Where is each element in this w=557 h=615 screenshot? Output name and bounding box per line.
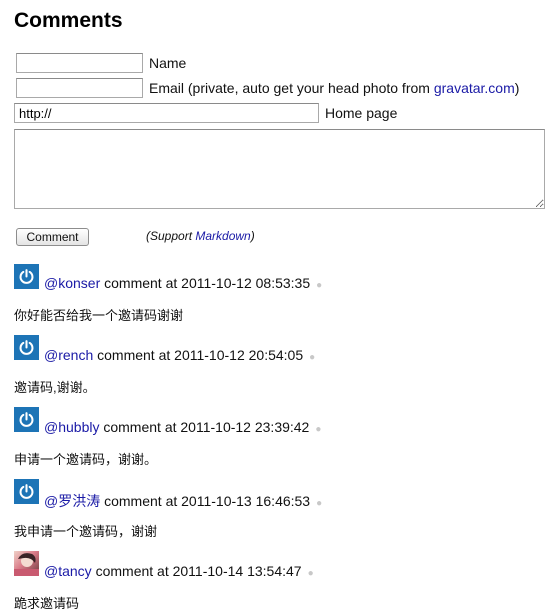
comment-author-link[interactable]: @hubbly [44, 419, 99, 435]
email-row: Email (private, auto get your head photo… [16, 78, 519, 98]
comment-meta: @tancy comment at 2011-10-14 13:54:47 ● [44, 563, 314, 579]
separator-dot: ● [316, 280, 323, 291]
comment-meta: @rench comment at 2011-10-12 20:54:05 ● [44, 347, 316, 363]
power-icon [14, 407, 39, 432]
power-icon [14, 264, 39, 289]
power-icon [14, 335, 39, 360]
comment-textarea[interactable] [14, 129, 545, 209]
comment-text: 我申请一个邀请码，谢谢 [14, 524, 158, 539]
name-label: Name [149, 55, 187, 71]
comment-text: 邀请码,谢谢。 [14, 380, 96, 395]
comment-meta: @konser comment at 2011-10-12 08:53:35 ● [44, 275, 323, 291]
comment-submit-button[interactable]: Comment [16, 228, 89, 246]
email-input[interactable] [16, 78, 143, 98]
homepage-input[interactable] [14, 103, 319, 123]
avatar-photo [14, 551, 39, 576]
gravatar-link[interactable]: gravatar.com [434, 80, 515, 96]
comment-author-link[interactable]: @rench [44, 347, 93, 363]
comment-author-link[interactable]: @罗洪涛 [44, 493, 100, 509]
comment-meta: @罗洪涛 comment at 2011-10-13 16:46:53 ● [44, 493, 323, 509]
comment-author-link[interactable]: @tancy [44, 563, 92, 579]
separator-dot: ● [309, 352, 316, 363]
email-label: Email (private, auto get your head photo… [149, 80, 520, 96]
homepage-row: Home page [14, 103, 397, 123]
homepage-label: Home page [325, 105, 398, 121]
comment-text: 申请一个邀请码，谢谢。 [14, 452, 158, 467]
separator-dot: ● [316, 498, 323, 509]
comment-author-link[interactable]: @konser [44, 275, 100, 291]
name-input[interactable] [16, 53, 143, 73]
markdown-support-note: (Support Markdown) [146, 229, 255, 243]
name-row: Name [16, 53, 186, 73]
comments-heading: Comments [14, 9, 123, 32]
separator-dot: ● [307, 568, 314, 579]
markdown-link[interactable]: Markdown [195, 229, 250, 243]
comment-meta: @hubbly comment at 2011-10-12 23:39:42 ● [44, 419, 322, 435]
separator-dot: ● [315, 424, 322, 435]
comment-text: 跪求邀请码 [14, 596, 80, 611]
comment-text: 你好能否给我一个邀请码谢谢 [14, 308, 184, 323]
power-icon [14, 479, 39, 504]
